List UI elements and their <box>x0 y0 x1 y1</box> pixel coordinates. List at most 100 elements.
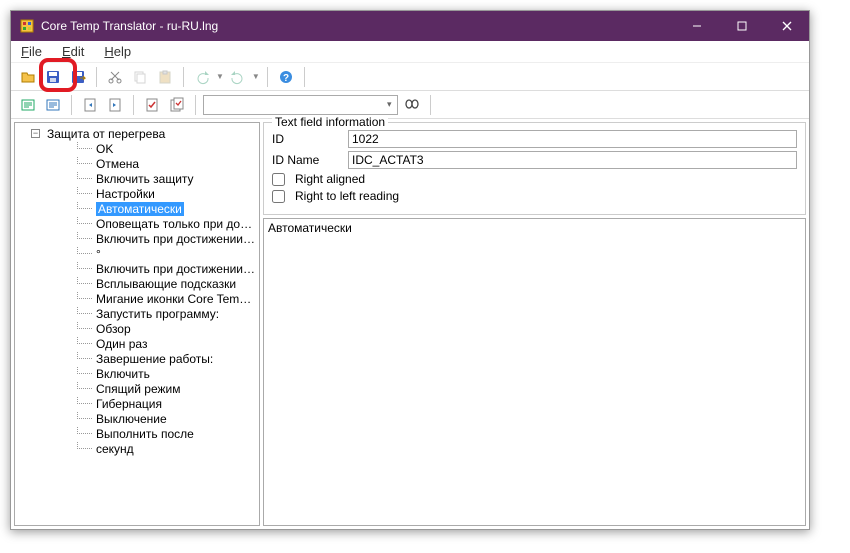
tree-children: OKОтменаВключить защитуНастройкиАвтомати… <box>31 142 259 457</box>
tree-leaf-label: Один раз <box>96 337 147 351</box>
toolbar-separator <box>96 67 97 87</box>
rtl-label: Right to left reading <box>295 189 399 203</box>
redo-dropdown-icon[interactable]: ▼ <box>252 72 260 81</box>
paste-button[interactable] <box>154 66 176 88</box>
tree-leaf-label: Включить защиту <box>96 172 194 186</box>
redo-button[interactable] <box>227 66 249 88</box>
toolbar-separator <box>71 95 72 115</box>
titlebar: Core Temp Translator - ru-RU.lng <box>11 11 809 41</box>
tree-leaf-label: Завершение работы: <box>96 352 213 366</box>
tree-leaf-label: секунд <box>96 442 134 456</box>
tree-leaf[interactable]: Мигание иконки Core Temp на па <box>75 292 259 307</box>
tree-leaf[interactable]: Спящий режим <box>75 382 259 397</box>
tree-leaf[interactable]: Один раз <box>75 337 259 352</box>
field-info-title: Text field information <box>272 115 388 129</box>
close-button[interactable] <box>764 11 809 41</box>
app-window: Core Temp Translator - ru-RU.lng File Ed… <box>10 10 810 530</box>
combo-dropdown-icon[interactable]: ▾ <box>387 99 392 110</box>
window-title: Core Temp Translator - ru-RU.lng <box>41 19 674 33</box>
tree-leaf[interactable]: Выполнить после <box>75 427 259 442</box>
maximize-button[interactable] <box>719 11 764 41</box>
collapse-icon[interactable]: − <box>31 129 40 138</box>
rtl-checkbox[interactable] <box>272 190 285 203</box>
toolbar-separator <box>133 95 134 115</box>
tree-leaf-label: Автоматически <box>96 202 184 216</box>
tree-leaf-label: Выключение <box>96 412 167 426</box>
undo-dropdown-icon[interactable]: ▼ <box>216 72 224 81</box>
tree-leaf-label: Обзор <box>96 322 131 336</box>
tree-leaf-label: Запустить программу: <box>96 307 219 321</box>
tree-leaf-label: Оповещать только при достижен <box>96 217 259 231</box>
app-icon <box>19 18 35 34</box>
tree-leaf[interactable]: Включить защиту <box>75 172 259 187</box>
tree-leaf[interactable]: Автоматически <box>75 202 259 217</box>
tree-leaf[interactable]: ° <box>75 247 259 262</box>
tree-leaf-label: Всплывающие подсказки <box>96 277 236 291</box>
tree-leaf[interactable]: OK <box>75 142 259 157</box>
tree-leaf[interactable]: Завершение работы: <box>75 352 259 367</box>
tree-leaf-label: Настройки <box>96 187 155 201</box>
minimize-button[interactable] <box>674 11 719 41</box>
right-aligned-label: Right aligned <box>295 172 365 186</box>
translation-editor[interactable] <box>264 219 805 525</box>
tree-leaf[interactable]: Гибернация <box>75 397 259 412</box>
tree-leaf[interactable]: Включить при достижении задан <box>75 232 259 247</box>
menu-help[interactable]: Help <box>100 43 135 60</box>
content-area: − Защита от перегрева OKОтменаВключить з… <box>11 119 809 529</box>
search-combo[interactable] <box>203 95 398 115</box>
id-input[interactable] <box>348 130 797 148</box>
save-as-button[interactable] <box>67 66 89 88</box>
undo-button[interactable] <box>191 66 213 88</box>
tree-leaf[interactable]: секунд <box>75 442 259 457</box>
tree-leaf-label: Включить при достижении задан <box>96 232 259 246</box>
window-controls <box>674 11 809 41</box>
tree-leaf[interactable]: Включить при достижении Tj.Max <box>75 262 259 277</box>
tree-root-node[interactable]: − Защита от перегрева OKОтменаВключить з… <box>15 125 259 457</box>
tree-view[interactable]: − Защита от перегрева OKОтменаВключить з… <box>14 122 260 526</box>
toolbar-separator <box>267 67 268 87</box>
nav-next-button[interactable] <box>104 94 126 116</box>
toolbar-separator <box>183 67 184 87</box>
toolbar-separator <box>430 95 431 115</box>
tree-leaf[interactable]: Настройки <box>75 187 259 202</box>
tree-leaf-label: Включить <box>96 367 150 381</box>
toolbar-separator <box>304 67 305 87</box>
tree-leaf-label: Включить при достижении Tj.Max <box>96 262 259 276</box>
copy-button[interactable] <box>129 66 151 88</box>
nav-prev-button[interactable] <box>79 94 101 116</box>
menubar: File Edit Help <box>11 41 809 63</box>
toolbar-separator <box>195 95 196 115</box>
validate-button[interactable] <box>141 94 163 116</box>
tree-root-label[interactable]: Защита от перегрева <box>47 127 165 141</box>
save-button[interactable] <box>42 66 64 88</box>
tree-leaf[interactable]: Обзор <box>75 322 259 337</box>
idname-input[interactable] <box>348 151 797 169</box>
tree-leaf-label: ° <box>96 247 101 261</box>
tree-leaf-label: Спящий режим <box>96 382 180 396</box>
open-button[interactable] <box>17 66 39 88</box>
translation-editor-wrap <box>263 218 806 526</box>
tree-leaf[interactable]: Включить <box>75 367 259 382</box>
tree-leaf[interactable]: Всплывающие подсказки <box>75 277 259 292</box>
help-button[interactable]: ? <box>275 66 297 88</box>
field-info-group: Text field information ID ID Name Right … <box>263 122 806 215</box>
tree-leaf-label: Отмена <box>96 157 139 171</box>
right-aligned-checkbox[interactable] <box>272 173 285 186</box>
tree-leaf[interactable]: Выключение <box>75 412 259 427</box>
validate-all-button[interactable] <box>166 94 188 116</box>
menu-file[interactable]: File <box>17 43 46 60</box>
cut-button[interactable] <box>104 66 126 88</box>
tree-leaf-label: OK <box>96 142 113 156</box>
next-untranslated-button[interactable] <box>42 94 64 116</box>
tree-leaf[interactable]: Отмена <box>75 157 259 172</box>
svg-text:?: ? <box>283 73 289 84</box>
tree-leaf-label: Гибернация <box>96 397 162 411</box>
tree-leaf[interactable]: Запустить программу: <box>75 307 259 322</box>
prev-untranslated-button[interactable] <box>17 94 39 116</box>
find-button[interactable] <box>401 94 423 116</box>
tree-leaf[interactable]: Оповещать только при достижен <box>75 217 259 232</box>
menu-edit[interactable]: Edit <box>58 43 88 60</box>
toolbar-main: ▼ ▼ ? <box>11 63 809 91</box>
tree-leaf-label: Выполнить после <box>96 427 194 441</box>
details-pane: Text field information ID ID Name Right … <box>263 122 806 526</box>
